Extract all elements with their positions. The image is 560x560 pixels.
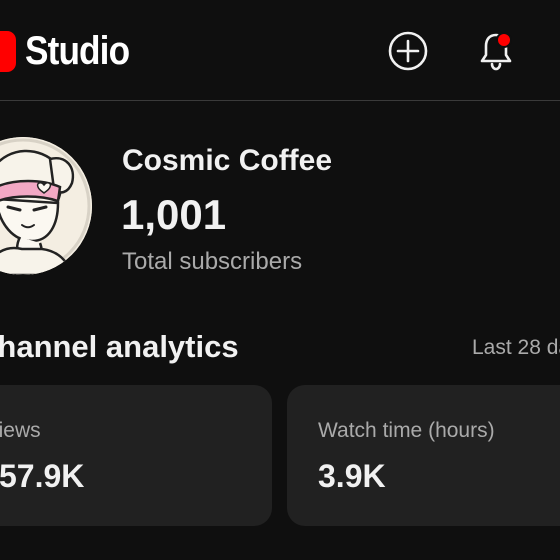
views-card[interactable]: Views 57.9K — [0, 385, 272, 526]
app-title: Studio — [25, 29, 130, 73]
youtube-logo-icon[interactable] — [0, 31, 16, 72]
analytics-period[interactable]: Last 28 days — [472, 334, 560, 362]
avatar-illustration — [0, 137, 92, 275]
views-value: 57.9K — [0, 458, 85, 494]
watch-time-card[interactable]: Watch time (hours) 3.9K — [287, 385, 560, 526]
notifications-button[interactable] — [475, 30, 517, 72]
subscriber-label: Total subscribers — [122, 248, 303, 275]
header-divider — [0, 100, 560, 101]
analytics-heading: Channel analytics — [0, 329, 239, 364]
channel-name: Cosmic Coffee — [122, 144, 333, 177]
views-label: Views — [0, 419, 41, 442]
subscriber-count: 1,001 — [121, 191, 227, 238]
watch-time-label: Watch time (hours) — [318, 419, 495, 442]
watch-time-value: 3.9K — [318, 458, 386, 494]
studio-home-screen: Studio Cosmic Coffee 1,001 Total subscri… — [0, 0, 560, 560]
app-header: Studio — [0, 0, 560, 100]
channel-avatar[interactable] — [0, 137, 92, 275]
plus-circle-icon — [388, 31, 428, 71]
create-button[interactable] — [387, 30, 429, 72]
notification-badge — [496, 32, 512, 48]
